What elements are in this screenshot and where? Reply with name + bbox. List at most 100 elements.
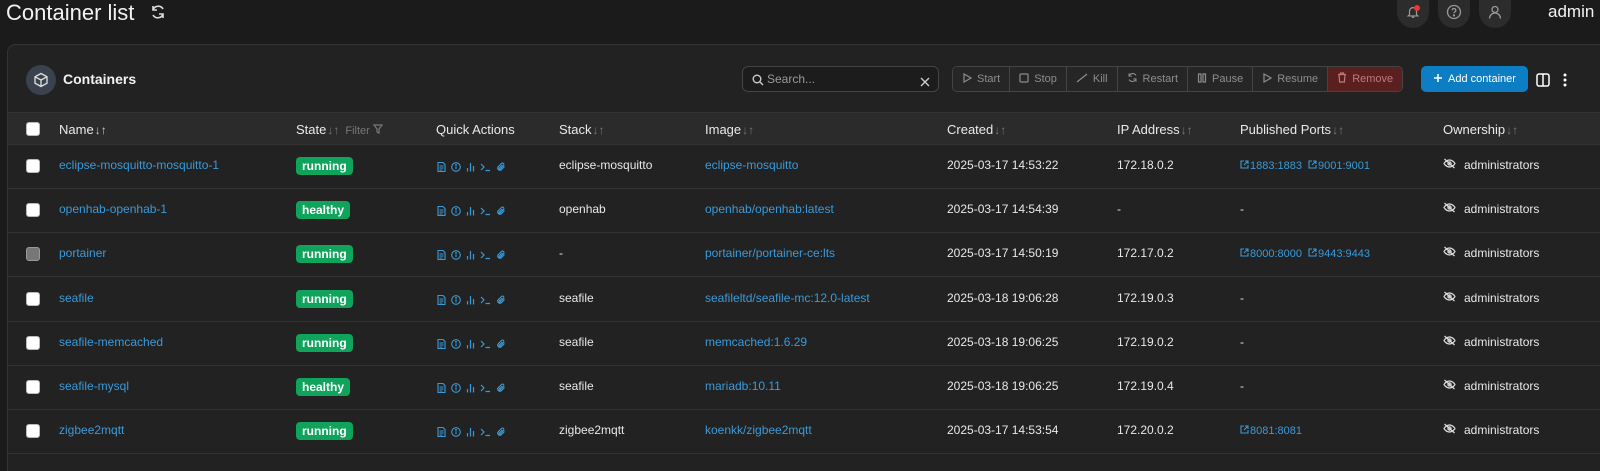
- image-link[interactable]: mariadb:10.11: [705, 379, 781, 393]
- port-link[interactable]: 8081:8081: [1240, 425, 1302, 437]
- column-ports[interactable]: Published Ports↓↑: [1240, 122, 1344, 137]
- attach-icon[interactable]: [496, 424, 506, 442]
- info-icon[interactable]: [451, 380, 461, 398]
- image-link[interactable]: openhab/openhab:latest: [705, 202, 834, 216]
- info-icon[interactable]: [451, 424, 461, 442]
- add-container-button[interactable]: Add container: [1421, 66, 1528, 92]
- row-checkbox[interactable]: [26, 203, 40, 218]
- row-checkbox[interactable]: [26, 380, 40, 394]
- info-icon[interactable]: [451, 203, 461, 221]
- stats-icon[interactable]: [466, 159, 475, 177]
- column-created-label: Created: [947, 122, 994, 137]
- column-state[interactable]: State↓↑ Filter: [296, 122, 384, 137]
- resume-button[interactable]: Resume: [1253, 67, 1329, 91]
- attach-icon[interactable]: [496, 292, 506, 310]
- container-name-link[interactable]: seafile-mysql: [59, 379, 129, 393]
- row-checkbox[interactable]: [26, 159, 40, 173]
- column-ip[interactable]: IP Address↓↑: [1117, 122, 1193, 137]
- select-all-checkbox[interactable]: [26, 122, 40, 136]
- row-checkbox[interactable]: [26, 424, 40, 439]
- console-icon[interactable]: [480, 292, 491, 310]
- eye-off-icon: [1443, 379, 1456, 393]
- logs-icon[interactable]: [437, 159, 446, 177]
- column-image[interactable]: Image↓↑: [705, 122, 754, 137]
- column-ownership[interactable]: Ownership↓↑: [1443, 122, 1518, 137]
- containers-panel: Containers Start Stop Kill: [7, 44, 1600, 471]
- console-icon[interactable]: [480, 424, 491, 442]
- row-checkbox[interactable]: [26, 291, 40, 306]
- port-link[interactable]: 9001:9001: [1308, 160, 1370, 172]
- help-button[interactable]: [1438, 0, 1470, 28]
- port-link[interactable]: 1883:1883: [1240, 160, 1302, 172]
- columns-icon[interactable]: [1536, 73, 1550, 92]
- attach-icon[interactable]: [496, 380, 506, 398]
- console-icon[interactable]: [480, 247, 491, 265]
- attach-icon[interactable]: [496, 203, 506, 221]
- container-name-link[interactable]: eclipse-mosquitto-mosquitto-1: [59, 158, 219, 172]
- logs-icon[interactable]: [437, 203, 446, 221]
- logs-icon[interactable]: [437, 292, 446, 310]
- clear-search-icon[interactable]: [920, 74, 930, 92]
- stop-button[interactable]: Stop: [1010, 67, 1067, 91]
- info-icon[interactable]: [451, 292, 461, 310]
- console-icon[interactable]: [480, 380, 491, 398]
- image-link[interactable]: portainer/portainer-ce:lts: [705, 246, 835, 260]
- search-input[interactable]: [767, 70, 917, 88]
- stop-label: Stop: [1034, 73, 1057, 85]
- attach-icon[interactable]: [496, 336, 506, 354]
- container-name-link[interactable]: seafile-memcached: [59, 335, 163, 349]
- info-icon[interactable]: [451, 247, 461, 265]
- column-created[interactable]: Created↓↑: [947, 122, 1006, 137]
- stats-icon[interactable]: [466, 247, 475, 265]
- port-link[interactable]: 9443:9443: [1308, 248, 1370, 260]
- port-link[interactable]: 8000:8000: [1240, 248, 1302, 260]
- username[interactable]: admin: [1548, 0, 1594, 24]
- user-menu-button[interactable]: [1479, 0, 1511, 28]
- stats-icon[interactable]: [466, 292, 475, 310]
- notification-dot: [1414, 5, 1420, 11]
- logs-icon[interactable]: [437, 247, 446, 265]
- column-name[interactable]: Name↓↑: [59, 122, 107, 137]
- stats-icon[interactable]: [466, 203, 475, 221]
- image-link[interactable]: seafileltd/seafile-mc:12.0-latest: [705, 291, 870, 305]
- stats-icon[interactable]: [466, 424, 475, 442]
- row-checkbox[interactable]: [26, 335, 40, 350]
- notifications-button[interactable]: [1397, 0, 1429, 28]
- console-icon[interactable]: [480, 336, 491, 354]
- row-checkbox[interactable]: [26, 247, 40, 262]
- kill-button[interactable]: Kill: [1066, 67, 1118, 91]
- container-name-link[interactable]: seafile: [59, 291, 94, 305]
- console-icon[interactable]: [480, 203, 491, 221]
- container-name-link[interactable]: zigbee2mqtt: [59, 423, 124, 437]
- pause-button[interactable]: Pause: [1188, 67, 1254, 91]
- published-ports-empty: -: [1240, 334, 1244, 349]
- stats-icon[interactable]: [466, 380, 475, 398]
- status-badge: healthy: [296, 201, 351, 220]
- image-link[interactable]: eclipse-mosquitto: [705, 158, 798, 172]
- logs-icon[interactable]: [437, 424, 446, 442]
- container-name-link[interactable]: openhab-openhab-1: [59, 202, 167, 216]
- state-filter[interactable]: Filter: [345, 124, 384, 137]
- info-icon[interactable]: [451, 159, 461, 177]
- start-button[interactable]: Start: [953, 67, 1011, 91]
- container-name-link[interactable]: portainer: [59, 246, 106, 260]
- more-options-icon[interactable]: [1562, 73, 1568, 92]
- attach-icon[interactable]: [496, 247, 506, 265]
- stats-icon[interactable]: [466, 336, 475, 354]
- cube-icon: [26, 65, 56, 95]
- refresh-icon[interactable]: [150, 4, 166, 20]
- restart-button[interactable]: Restart: [1117, 67, 1189, 91]
- ip-address: 172.19.0.3: [1117, 290, 1174, 305]
- column-stack[interactable]: Stack↓↑: [559, 122, 605, 137]
- image-link[interactable]: koenkk/zigbee2mqtt: [705, 423, 812, 437]
- remove-button[interactable]: Remove: [1328, 67, 1403, 91]
- panel-title: Containers: [63, 71, 137, 87]
- stack-name: eclipse-mosquitto: [559, 158, 653, 172]
- logs-icon[interactable]: [437, 380, 446, 398]
- attach-icon[interactable]: [496, 159, 506, 177]
- table-row: portainer running - portainer/portainer-ce:…: [8, 233, 1600, 278]
- console-icon[interactable]: [480, 159, 491, 177]
- info-icon[interactable]: [451, 336, 461, 354]
- logs-icon[interactable]: [437, 336, 446, 354]
- image-link[interactable]: memcached:1.6.29: [705, 335, 807, 349]
